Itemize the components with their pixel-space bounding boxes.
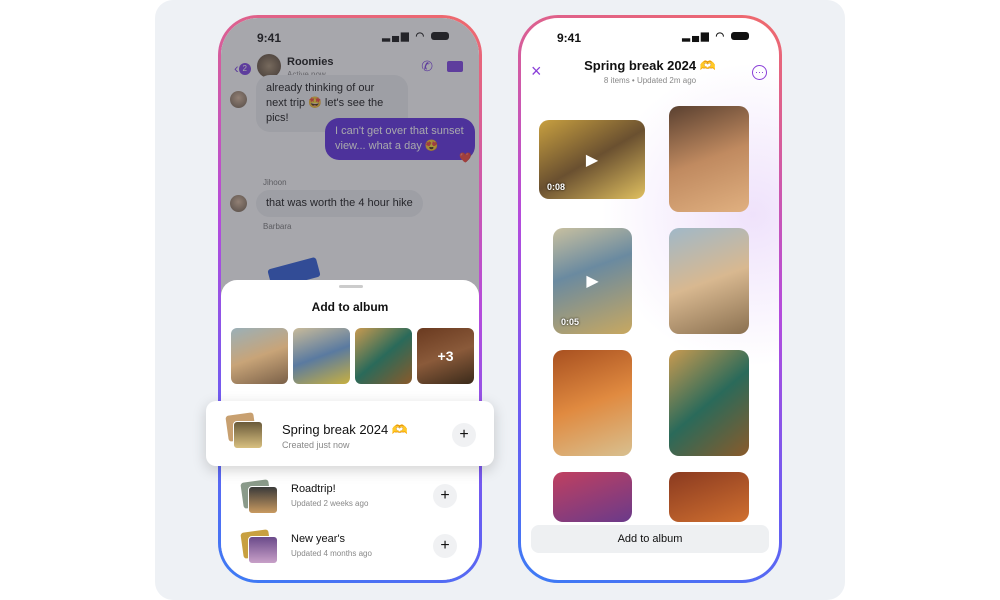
more-options-icon[interactable]: ⋯: [752, 65, 767, 80]
add-to-album-button[interactable]: +: [433, 484, 457, 508]
photo-tile[interactable]: [669, 350, 749, 456]
play-icon: ▶: [586, 273, 599, 290]
album-name: New year's: [291, 533, 346, 545]
album-row-spring-break[interactable]: Spring break 2024 🫶 Created just now +: [206, 401, 494, 466]
photo-thumbnail: [355, 328, 412, 384]
album-cover-stack: [224, 411, 264, 449]
album-row-roadtrip[interactable]: Roadtrip! Updated 2 weeks ago +: [235, 478, 465, 518]
photo-tile[interactable]: [669, 228, 749, 334]
album-name: Roadtrip!: [291, 483, 336, 495]
video-tile[interactable]: ▶ 0:05: [553, 228, 632, 334]
sheet-handle[interactable]: [339, 285, 363, 288]
video-duration: 0:08: [547, 182, 566, 192]
album-created: Created just now: [282, 440, 350, 450]
status-time: 9:41: [557, 31, 582, 45]
signal-wifi-battery-icon: ▂▄▆ ◠: [682, 31, 749, 42]
phone-album: 9:41 ▂▄▆ ◠ × Spring break 2024 🫶 8 items…: [518, 15, 782, 583]
photo-thumbnail: [231, 328, 288, 384]
more-count: +3: [437, 348, 454, 364]
photo-thumbnail-more: +3: [417, 328, 474, 384]
album-name: Spring break 2024 🫶: [282, 422, 409, 437]
video-duration: 0:05: [561, 317, 580, 327]
photo-tile[interactable]: [553, 472, 632, 522]
add-to-album-button[interactable]: +: [433, 534, 457, 558]
album-subtitle: 8 items • Updated 2m ago: [603, 76, 697, 85]
photo-thumbnail: [293, 328, 350, 384]
phone-chat: 9:41 ▂▄▆ ◠ ‹2 Roomies Active now ✆ alrea…: [218, 15, 482, 583]
selected-photos: +3: [231, 328, 474, 384]
album-title: Spring break 2024 🫶: [584, 58, 716, 73]
photo-tile[interactable]: [553, 350, 632, 456]
video-tile[interactable]: ▶ 0:08: [539, 120, 645, 199]
photo-tile[interactable]: [669, 472, 749, 522]
album-cover-stack: [239, 528, 279, 566]
play-icon: ▶: [585, 151, 599, 169]
album-row-new-years[interactable]: New year's Updated 4 months ago +: [235, 528, 465, 568]
photo-tile[interactable]: [669, 106, 749, 212]
add-to-album-button[interactable]: +: [452, 423, 476, 447]
album-updated: Updated 2 weeks ago: [291, 499, 369, 508]
album-cover-stack: [239, 478, 279, 516]
status-bar: 9:41 ▂▄▆ ◠: [521, 28, 779, 48]
album-updated: Updated 4 months ago: [291, 549, 372, 558]
sheet-title: Add to album: [311, 300, 389, 314]
add-to-album-button[interactable]: Add to album: [531, 525, 769, 553]
